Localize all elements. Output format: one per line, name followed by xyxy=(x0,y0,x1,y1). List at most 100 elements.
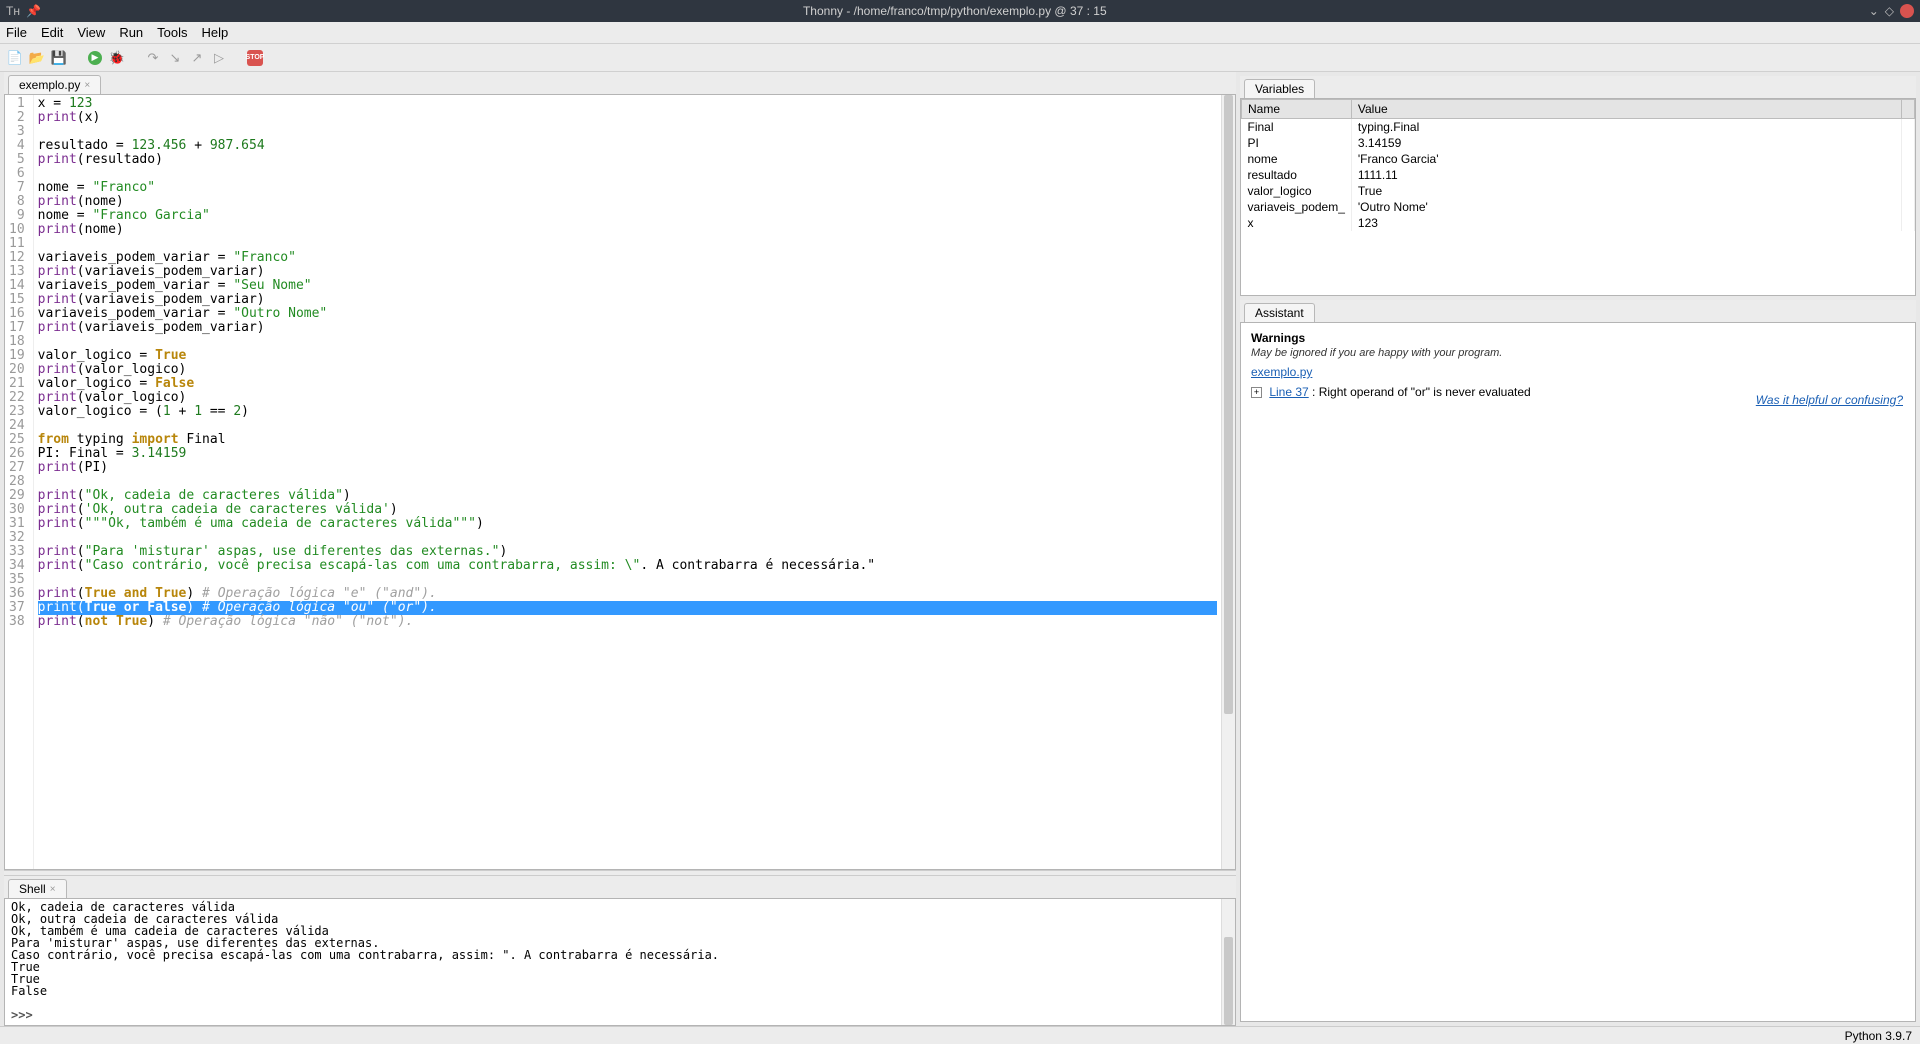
tab-label: Variables xyxy=(1255,82,1304,96)
code-line[interactable]: print(x) xyxy=(38,111,1217,125)
assistant-tabs: Assistant xyxy=(1240,300,1916,322)
debug-icon[interactable]: 🐞 xyxy=(108,49,126,67)
menu-edit[interactable]: Edit xyxy=(41,25,63,40)
code-line[interactable]: print('Ok, outra cadeia de caracteres vá… xyxy=(38,503,1217,517)
code-line[interactable]: nome = "Franco Garcia" xyxy=(38,209,1217,223)
code-line[interactable] xyxy=(38,573,1217,587)
code-line[interactable]: print(nome) xyxy=(38,223,1217,237)
code-line[interactable] xyxy=(38,237,1217,251)
code-line[interactable]: print(variaveis_podem_variar) xyxy=(38,293,1217,307)
tab-label: Assistant xyxy=(1255,306,1304,320)
menu-view[interactable]: View xyxy=(77,25,105,40)
code-line[interactable]: print(True and True) # Operação lógica "… xyxy=(38,587,1217,601)
file-link[interactable]: exemplo.py xyxy=(1251,365,1312,379)
table-row[interactable]: PI3.14159 xyxy=(1242,135,1915,151)
code-line[interactable]: PI: Final = 3.14159 xyxy=(38,447,1217,461)
code-area[interactable]: x = 123print(x) resultado = 123.456 + 987… xyxy=(34,95,1221,869)
code-line[interactable]: valor_logico = (1 + 1 == 2) xyxy=(38,405,1217,419)
menu-run[interactable]: Run xyxy=(119,25,143,40)
menu-tools[interactable]: Tools xyxy=(157,25,187,40)
step-out-icon: ↗ xyxy=(188,49,206,67)
vars-scrollbar[interactable] xyxy=(1902,100,1915,119)
shell-output[interactable]: Ok, cadeia de caracteres válida Ok, outr… xyxy=(4,898,1236,1026)
tab-close-icon[interactable]: × xyxy=(50,884,56,895)
run-icon[interactable]: ▶ xyxy=(86,49,104,67)
code-line[interactable]: valor_logico = True xyxy=(38,349,1217,363)
chevron-down-icon[interactable]: ⌄ xyxy=(1869,4,1879,18)
code-line[interactable] xyxy=(38,475,1217,489)
table-row[interactable]: Finaltyping.Final xyxy=(1242,119,1915,136)
stop-icon[interactable]: STOP xyxy=(246,49,264,67)
warnings-hint: May be ignored if you are happy with you… xyxy=(1251,347,1905,359)
menu-file[interactable]: File xyxy=(6,25,27,40)
tab-assistant[interactable]: Assistant xyxy=(1244,303,1315,322)
variables-table[interactable]: Name Value Finaltyping.FinalPI3.14159nom… xyxy=(1240,98,1916,296)
tab-variables[interactable]: Variables xyxy=(1244,79,1315,98)
menu-help[interactable]: Help xyxy=(202,25,229,40)
new-file-icon[interactable]: 📄 xyxy=(6,49,24,67)
table-row[interactable]: variaveis_podem_'Outro Nome' xyxy=(1242,199,1915,215)
code-line[interactable] xyxy=(38,419,1217,433)
save-file-icon[interactable]: 💾 xyxy=(50,49,68,67)
code-line[interactable]: x = 123 xyxy=(38,97,1217,111)
code-line[interactable]: print(variaveis_podem_variar) xyxy=(38,265,1217,279)
code-line[interactable] xyxy=(38,335,1217,349)
code-line[interactable]: valor_logico = False xyxy=(38,377,1217,391)
code-line[interactable] xyxy=(38,167,1217,181)
step-into-icon: ↘ xyxy=(166,49,184,67)
code-line[interactable]: print(valor_logico) xyxy=(38,391,1217,405)
code-line[interactable]: print(not True) # Operação lógica "não" … xyxy=(38,615,1217,629)
code-editor[interactable]: 1 2 3 4 5 6 7 8 9 10 11 12 13 14 15 16 1… xyxy=(4,94,1236,870)
expand-icon[interactable]: + xyxy=(1251,387,1262,398)
code-line[interactable]: print("Ok, cadeia de caracteres válida") xyxy=(38,489,1217,503)
code-line[interactable]: resultado = 123.456 + 987.654 xyxy=(38,139,1217,153)
code-line[interactable]: print(PI) xyxy=(38,461,1217,475)
code-line[interactable]: print("""Ok, também é uma cadeia de cara… xyxy=(38,517,1217,531)
code-line[interactable]: variaveis_podem_variar = "Outro Nome" xyxy=(38,307,1217,321)
table-row[interactable]: nome'Franco Garcia' xyxy=(1242,151,1915,167)
shell-scrollbar[interactable] xyxy=(1221,899,1235,1025)
code-line[interactable] xyxy=(38,531,1217,545)
warning-message: : Right operand of "or" is never evaluat… xyxy=(1309,385,1531,399)
code-line[interactable]: print(True or False) # Operação lógica "… xyxy=(38,601,1217,615)
line-gutter: 1 2 3 4 5 6 7 8 9 10 11 12 13 14 15 16 1… xyxy=(5,95,34,869)
window-titlebar: Tʜ 📌 Thonny - /home/franco/tmp/python/ex… xyxy=(0,0,1920,22)
pin-icon[interactable]: 📌 xyxy=(26,4,41,18)
code-line[interactable]: print(resultado) xyxy=(38,153,1217,167)
code-line[interactable]: variaveis_podem_variar = "Franco" xyxy=(38,251,1217,265)
assistant-panel: Warnings May be ignored if you are happy… xyxy=(1240,322,1916,1022)
code-line[interactable]: print("Caso contrário, você precisa esca… xyxy=(38,559,1217,573)
feedback-link[interactable]: Was it helpful or confusing? xyxy=(1756,393,1903,407)
code-line[interactable]: print(nome) xyxy=(38,195,1217,209)
table-row[interactable]: valor_logicoTrue xyxy=(1242,183,1915,199)
code-line[interactable]: from typing import Final xyxy=(38,433,1217,447)
tab-label: exemplo.py xyxy=(19,78,80,92)
table-row[interactable]: x123 xyxy=(1242,215,1915,231)
tab-label: Shell xyxy=(19,882,46,896)
col-name[interactable]: Name xyxy=(1242,100,1352,119)
close-icon[interactable] xyxy=(1900,4,1914,18)
variables-tabs: Variables xyxy=(1240,76,1916,98)
menubar: File Edit View Run Tools Help xyxy=(0,22,1920,44)
code-line[interactable]: print(valor_logico) xyxy=(38,363,1217,377)
tab-close-icon[interactable]: × xyxy=(84,80,90,91)
code-line[interactable]: nome = "Franco" xyxy=(38,181,1217,195)
col-value[interactable]: Value xyxy=(1351,100,1901,119)
warnings-heading: Warnings xyxy=(1251,331,1905,345)
table-row[interactable]: resultado1111.11 xyxy=(1242,167,1915,183)
resume-icon: ▷ xyxy=(210,49,228,67)
editor-scrollbar[interactable] xyxy=(1221,95,1235,869)
shell-prompt[interactable]: >>> xyxy=(11,1008,40,1022)
python-version[interactable]: Python 3.9.7 xyxy=(1845,1029,1912,1043)
code-line[interactable]: print("Para 'misturar' aspas, use difere… xyxy=(38,545,1217,559)
line-link[interactable]: Line 37 xyxy=(1269,385,1308,399)
open-file-icon[interactable]: 📂 xyxy=(28,49,46,67)
toolbar: 📄 📂 💾 ▶ 🐞 ↷ ↘ ↗ ▷ STOP xyxy=(0,44,1920,72)
tab-exemplo[interactable]: exemplo.py × xyxy=(8,75,101,94)
code-line[interactable] xyxy=(38,125,1217,139)
tab-shell[interactable]: Shell × xyxy=(8,879,67,898)
app-icon: Tʜ xyxy=(6,4,20,18)
code-line[interactable]: print(variaveis_podem_variar) xyxy=(38,321,1217,335)
code-line[interactable]: variaveis_podem_variar = "Seu Nome" xyxy=(38,279,1217,293)
maximize-icon[interactable]: ◇ xyxy=(1885,4,1894,18)
